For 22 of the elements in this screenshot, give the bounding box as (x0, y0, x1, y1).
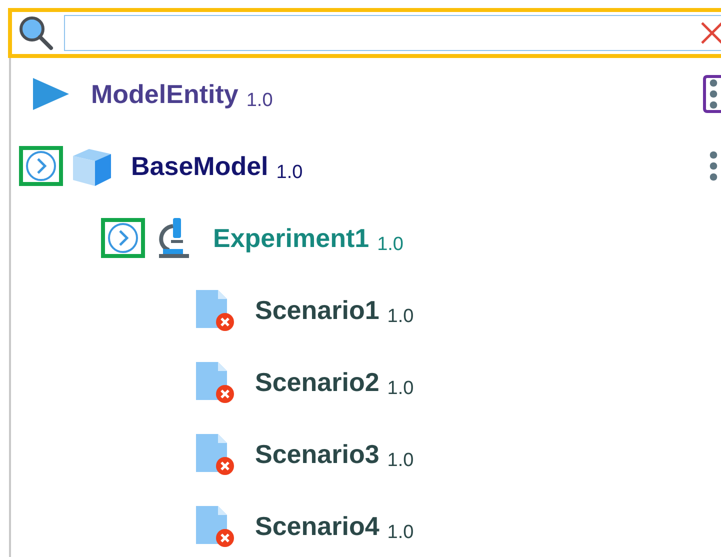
version-label: 1.0 (387, 522, 414, 544)
more-menu-button[interactable] (703, 75, 721, 113)
tree-item-name[interactable]: Scenario4 (255, 510, 380, 542)
expand-button[interactable] (19, 146, 63, 186)
version-label: 1.0 (246, 90, 273, 112)
kebab-icon (708, 149, 719, 183)
tree-item-name[interactable]: BaseModel (131, 150, 268, 182)
search-icon (18, 15, 54, 51)
tree-item-name[interactable]: ModelEntity (91, 78, 238, 110)
expand-button[interactable] (101, 218, 145, 258)
tree-item-name[interactable]: Scenario1 (255, 294, 380, 326)
version-label: 1.0 (387, 306, 414, 328)
version-label: 1.0 (276, 162, 303, 184)
version-label: 1.0 (387, 450, 414, 472)
tree-item-name[interactable]: Scenario2 (255, 366, 380, 398)
tree-item-name[interactable]: Scenario3 (255, 438, 380, 470)
version-label: 1.0 (387, 378, 414, 400)
kebab-icon (708, 77, 719, 111)
search-field[interactable] (64, 15, 721, 51)
tree-item-name[interactable]: Experiment1 (213, 222, 370, 254)
clear-button[interactable] (699, 20, 721, 46)
version-label: 1.0 (377, 234, 404, 256)
